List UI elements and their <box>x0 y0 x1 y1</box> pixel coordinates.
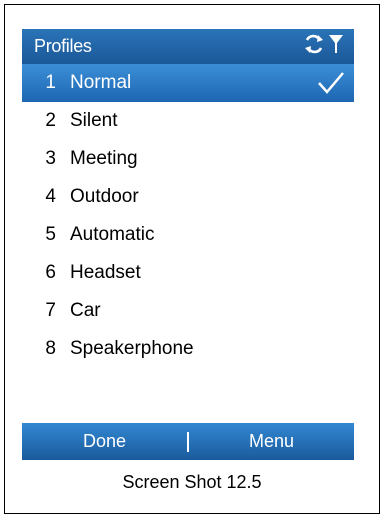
list-item-number: 3 <box>45 148 56 169</box>
list-item-silent[interactable]: 2 Silent <box>22 102 354 140</box>
list-item-label: Speakerphone <box>70 338 194 359</box>
list-item-label: Outdoor <box>70 186 139 207</box>
sync-connection-icon <box>303 34 325 59</box>
list-item-label: Meeting <box>70 148 138 169</box>
list-item-number: 4 <box>45 186 56 207</box>
list-item-headset[interactable]: 6 Headset <box>22 254 354 292</box>
list-item-meeting[interactable]: 3 Meeting <box>22 140 354 178</box>
status-icons <box>303 33 344 59</box>
list-item-label: Automatic <box>70 224 155 245</box>
list-item-label: Normal <box>70 72 132 93</box>
list-item-automatic[interactable]: 5 Automatic <box>22 216 354 254</box>
list-item-number: 2 <box>45 110 56 131</box>
figure-caption: Screen Shot 12.5 <box>122 472 262 492</box>
list-item-car[interactable]: 7 Car <box>22 292 354 330</box>
list-item-number: 7 <box>45 300 56 321</box>
list-item-label: Headset <box>70 262 141 283</box>
title-bar: Profiles <box>22 29 354 64</box>
list-item-label: Car <box>70 300 101 321</box>
list-item-number: 6 <box>45 262 56 283</box>
list-item-label: Silent <box>70 110 118 131</box>
list-item-speakerphone[interactable]: 8 Speakerphone <box>22 330 354 368</box>
list-item-number: 1 <box>45 72 56 93</box>
list-item-normal[interactable]: 1 Normal <box>22 64 354 102</box>
menu-softkey[interactable]: Menu <box>189 423 354 460</box>
signal-strength-icon <box>328 33 344 60</box>
list-item-number: 8 <box>45 338 56 359</box>
done-softkey[interactable]: Done <box>22 423 187 460</box>
page-title: Profiles <box>34 36 92 56</box>
list-item-number: 5 <box>45 224 56 245</box>
list-item-outdoor[interactable]: 4 Outdoor <box>22 178 354 216</box>
softkey-bar: Done Menu <box>22 423 354 460</box>
phone-screen: Profiles 1 Normal 2 Silent 3 Meeting 4 O… <box>22 29 354 460</box>
checkmark-icon <box>316 70 346 96</box>
